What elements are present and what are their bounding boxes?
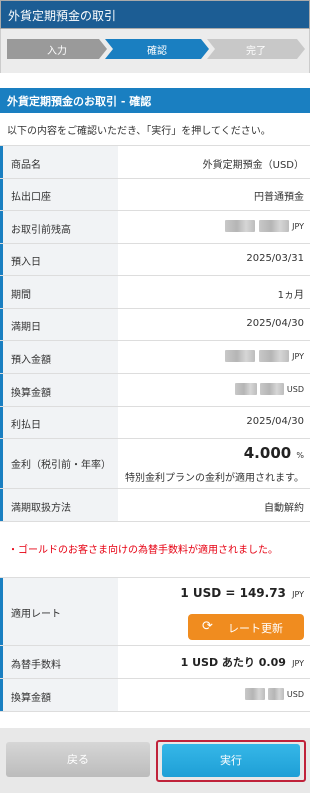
masked-amount: [224, 220, 255, 232]
row-label: 換算金額: [11, 388, 51, 399]
product-value: 外貨定期預金（USD）: [202, 160, 304, 171]
interest-date-value: 2025/04/30: [246, 416, 304, 427]
fee-notice: ・ゴールドのお客さま向けの為替手数料が適用されました。: [0, 523, 310, 578]
step-confirm: 確認: [105, 39, 209, 59]
row-label: お取引前残高: [11, 225, 71, 236]
rate-note: 特別金利プランの金利が適用されます。: [125, 473, 304, 484]
details-table: 商品名 外貨定期預金（USD） 払出口座 円普通預金 お取引前残高 JPY 預入…: [0, 145, 310, 522]
intro-text: 以下の内容をご確認いただき、「実行」を押してください。: [7, 126, 271, 137]
row-label: 適用レート: [11, 609, 61, 620]
back-button[interactable]: 戻る: [6, 742, 150, 777]
converted-unit: USD: [286, 385, 304, 394]
masked-amount: [258, 220, 289, 232]
row-product: 商品名 外貨定期預金（USD）: [0, 146, 310, 179]
masked-amount: [259, 383, 284, 395]
row-interest-date: 利払日 2025/04/30: [0, 407, 310, 439]
footer-actions: 戻る 実行: [0, 728, 310, 793]
account-value: 円普通預金: [254, 192, 304, 203]
row-fx-rate: 適用レート 1 USD = 149.73 JPY ⟳ レート更新: [0, 578, 310, 646]
row-label: 商品名: [11, 160, 41, 171]
rate-update-button[interactable]: ⟳ レート更新: [188, 614, 304, 640]
masked-amount: [258, 350, 289, 362]
row-label: 利払日: [11, 420, 41, 431]
row-converted: 換算金額 USD: [0, 374, 310, 407]
step-complete: 完了: [207, 39, 305, 59]
rate-number: 4.000: [243, 444, 292, 462]
row-amount: 預入金額 JPY: [0, 341, 310, 374]
row-deposit-date: 預入日 2025/03/31: [0, 244, 310, 276]
row-balance: お取引前残高 JPY: [0, 211, 310, 244]
rate-unit: %: [296, 451, 304, 460]
step-input: 入力: [7, 39, 107, 59]
step-input-label: 入力: [47, 46, 67, 57]
balance-value: JPY: [224, 220, 304, 232]
masked-amount: [234, 383, 257, 395]
maturity-value: 2025/04/30: [246, 318, 304, 329]
rate-update-label: レート更新: [228, 622, 283, 635]
amount-value: JPY: [224, 350, 304, 362]
step-indicator: 入力 確認 完了: [0, 29, 310, 73]
fee-notice-text: ・ゴールドのお客さま向けの為替手数料が適用されました。: [8, 545, 278, 556]
fx-rate-value: 1 USD = 149.73 JPY: [180, 586, 304, 600]
balance-unit: JPY: [292, 222, 304, 231]
row-converted-2: 換算金額 USD: [0, 679, 310, 712]
fx-rate-text: 1 USD = 149.73: [180, 586, 286, 600]
masked-amount: [224, 350, 255, 362]
row-label: 満期取扱方法: [11, 503, 71, 514]
converted-value: USD: [234, 383, 304, 395]
row-label: 金利（税引前・年率）: [11, 460, 111, 471]
row-maturity-handling: 満期取扱方法 自動解約: [0, 489, 310, 522]
fx-rate-unit: JPY: [292, 590, 304, 599]
row-account: 払出口座 円普通預金: [0, 179, 310, 211]
row-label: 預入日: [11, 257, 41, 268]
row-label: 預入金額: [11, 355, 51, 366]
rate-value: 4.000 %: [244, 444, 304, 462]
page-title: 外貨定期預金の取引: [8, 9, 117, 23]
row-label: 期間: [11, 290, 31, 301]
execute-button[interactable]: 実行: [162, 744, 300, 777]
title-bar: 外貨定期預金の取引: [0, 0, 310, 29]
section-title: 外貨定期預金のお取引 - 確認: [7, 95, 152, 108]
deposit-date-value: 2025/03/31: [246, 253, 304, 264]
masked-amount: [267, 688, 284, 700]
row-label: 換算金額: [11, 693, 51, 704]
row-maturity: 満期日 2025/04/30: [0, 309, 310, 341]
fx-fee-value: 1 USD あたり 0.09 JPY: [181, 654, 304, 670]
row-label: 満期日: [11, 322, 41, 333]
row-label: 払出口座: [11, 192, 51, 203]
row-rate: 金利（税引前・年率） 4.000 % 特別金利プランの金利が適用されます。: [0, 439, 310, 489]
masked-amount: [244, 688, 265, 700]
row-term: 期間 1ヵ月: [0, 276, 310, 309]
amount-unit: JPY: [292, 352, 304, 361]
converted-2-unit: USD: [286, 690, 304, 699]
section-header: 外貨定期預金のお取引 - 確認: [0, 88, 310, 113]
maturity-handling-value: 自動解約: [264, 503, 304, 514]
fx-fee-text: 1 USD あたり 0.09: [180, 656, 286, 669]
term-value: 1ヵ月: [277, 290, 304, 301]
converted-2-value: USD: [244, 688, 304, 700]
refresh-icon: ⟳: [202, 619, 213, 634]
fx-fee-unit: JPY: [292, 659, 304, 668]
step-complete-label: 完了: [246, 46, 266, 57]
row-label: 為替手数料: [11, 660, 61, 671]
step-confirm-label: 確認: [147, 46, 167, 57]
row-fx-fee: 為替手数料 1 USD あたり 0.09 JPY: [0, 646, 310, 679]
